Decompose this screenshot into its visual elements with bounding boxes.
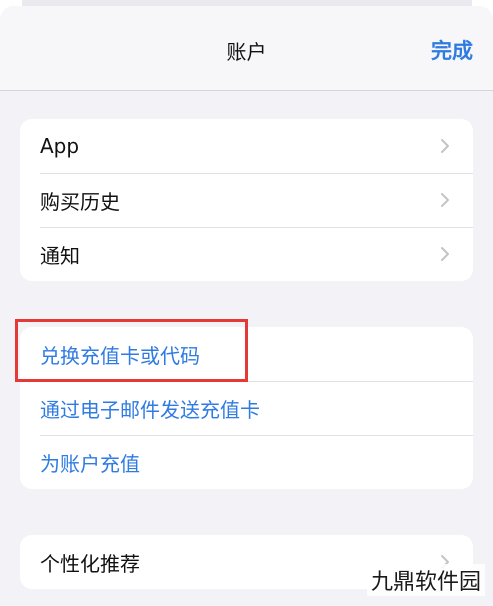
chevron-right-icon	[441, 193, 449, 207]
row-purchase-history-label: 购买历史	[40, 189, 120, 214]
row-notifications-label: 通知	[40, 243, 80, 268]
redeem-code-label: 兑换充值卡或代码	[40, 343, 200, 368]
send-gift-card-link[interactable]: 通过电子邮件发送充值卡	[20, 381, 473, 435]
nav-bar: 账户 完成	[0, 6, 493, 91]
add-funds-label: 为账户充值	[40, 451, 140, 476]
redeem-group: 兑换充值卡或代码 通过电子邮件发送充值卡 为账户充值	[20, 327, 473, 489]
account-sheet: 账户 完成	[0, 6, 493, 606]
done-button[interactable]: 完成	[431, 35, 473, 65]
send-gift-card-label: 通过电子邮件发送充值卡	[40, 397, 260, 422]
redeem-code-link[interactable]: 兑换充值卡或代码	[20, 327, 473, 381]
chevron-right-icon	[441, 247, 449, 261]
nav-title: 账户	[226, 40, 267, 64]
watermark: 九鼎软件园	[366, 564, 485, 596]
add-funds-link[interactable]: 为账户充值	[20, 435, 473, 489]
chevron-right-icon	[441, 139, 449, 153]
row-app-label: App	[40, 134, 80, 158]
account-group: App 购买历史 通知	[20, 119, 473, 281]
row-notifications[interactable]: 通知	[20, 227, 473, 281]
row-app[interactable]: App	[20, 119, 473, 173]
row-purchase-history[interactable]: 购买历史	[20, 173, 473, 227]
row-personalized-recommendations-label: 个性化推荐	[40, 551, 140, 576]
